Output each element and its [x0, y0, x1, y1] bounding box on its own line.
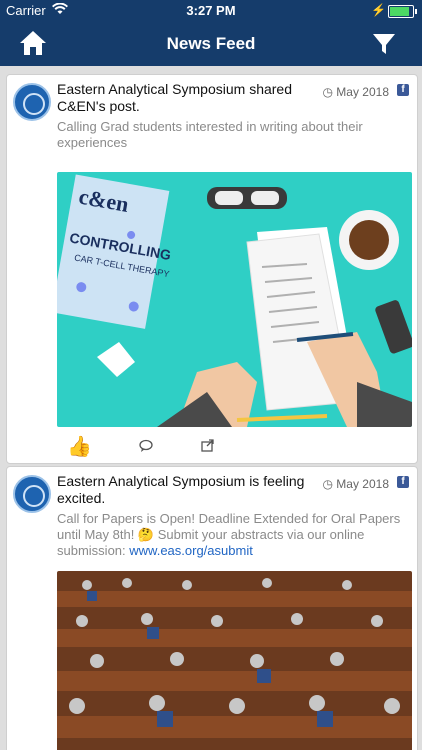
post-date: ◷ May 2018	[322, 477, 389, 491]
navigation-bar: News Feed	[0, 22, 422, 66]
post-body: Calling Grad students interested in writ…	[57, 119, 363, 150]
facebook-icon: f	[397, 476, 409, 488]
news-feed[interactable]: Eastern Analytical Symposium shared C&EN…	[0, 66, 422, 750]
clock-icon: ◷	[322, 85, 333, 99]
post-actions: 👍	[67, 435, 367, 459]
avatar[interactable]	[13, 83, 51, 121]
status-bar: Carrier 3:27 PM ⚡	[0, 0, 422, 22]
charging-icon: ⚡	[371, 3, 386, 17]
page-title: News Feed	[166, 34, 256, 53]
comment-icon[interactable]	[139, 439, 155, 455]
post-card[interactable]: Eastern Analytical Symposium shared C&EN…	[6, 74, 418, 464]
clock: 3:27 PM	[186, 3, 236, 18]
battery-icon	[388, 5, 417, 18]
post-image[interactable]	[57, 571, 412, 750]
post-author: Eastern Analytical Symposium is feeling …	[57, 473, 305, 506]
clock-icon: ◷	[322, 477, 333, 491]
post-link[interactable]: www.eas.org/asubmit	[129, 543, 253, 558]
post-image[interactable]: c&en CONTROLLING CAR T-CELL THERAPY	[57, 172, 412, 427]
avatar[interactable]	[13, 475, 51, 513]
share-icon[interactable]	[201, 438, 217, 454]
post-author: Eastern Analytical Symposium shared C&EN…	[57, 81, 292, 114]
post-body: Call for Papers is Open! Deadline Extend…	[57, 511, 401, 558]
like-icon[interactable]: 👍	[67, 435, 92, 459]
post-card[interactable]: Eastern Analytical Symposium is feeling …	[6, 466, 418, 750]
filter-icon[interactable]	[372, 32, 396, 56]
post-date: ◷ May 2018	[322, 85, 389, 99]
facebook-icon: f	[397, 84, 409, 96]
